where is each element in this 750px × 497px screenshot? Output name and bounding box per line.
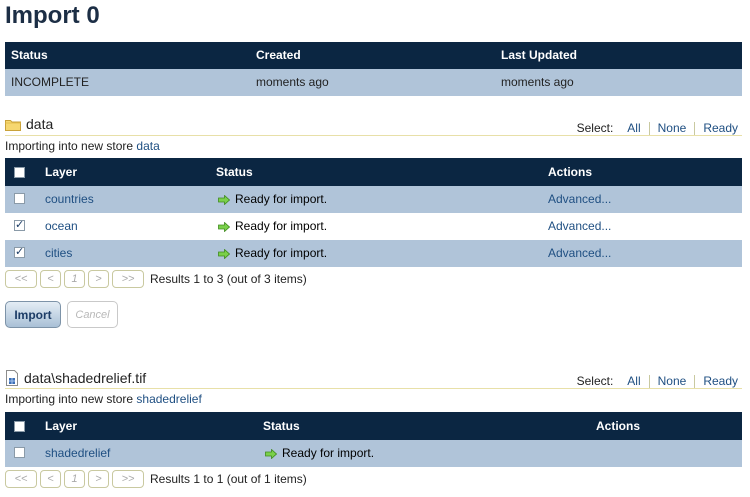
header-status: Status [216,165,253,179]
store-prefix: Importing into new store [5,392,134,406]
store-link[interactable]: shadedrelief [136,392,201,406]
separator [694,121,696,135]
select-none-link[interactable]: None [658,121,687,135]
select-all-link[interactable]: All [627,374,640,388]
store-note: Importing into new store shadedrelief [5,392,202,406]
pager: << < 1 > >> Results 1 to 3 (out of 3 ite… [5,270,307,288]
table-row: shadedrelief Ready for import. [5,440,742,467]
results-text: Results 1 to 1 (out of 1 items) [150,472,307,486]
select-none-link[interactable]: None [658,374,687,388]
separator [648,121,650,135]
section-divider [5,135,742,136]
summary-row: INCOMPLETE moments ago moments ago [5,69,742,96]
select-bar: Select: All None Ready [577,121,738,135]
section-divider [5,388,742,389]
status-cell: Ready for import. [218,240,327,267]
arrow-right-icon [265,448,277,459]
layer-link[interactable]: shadedrelief [45,440,110,467]
table-row: cities Ready for import. Advanced... [5,240,742,267]
pager-prev-button[interactable]: < [40,470,61,488]
status-cell: Ready for import. [265,440,374,467]
layer-table-header: Layer Status Actions [5,412,742,440]
table-row: countries Ready for import. Advanced... [5,186,742,213]
status-cell: Ready for import. [218,186,327,213]
section-name: data\shadedrelief.tif [24,370,147,386]
pager-page-button[interactable]: 1 [64,470,85,488]
status-text: Ready for import. [235,246,328,260]
row-checkbox[interactable] [14,218,25,231]
section-name: data [26,116,54,132]
header-status: Status [263,419,300,433]
select-ready-link[interactable]: Ready [703,374,738,388]
section-title-data: data [5,116,53,132]
layer-link[interactable]: countries [45,186,94,213]
header-layer: Layer [45,419,78,433]
summary-header-created: Created [256,48,301,62]
layer-table-header: Layer Status Actions [5,158,742,186]
results-text: Results 1 to 3 (out of 3 items) [150,272,307,286]
header-actions: Actions [548,165,593,179]
summary-status-value: INCOMPLETE [11,75,90,89]
section-title-shadedrelief: data\shadedrelief.tif [5,370,146,386]
status-text: Ready for import. [282,446,375,460]
header-layer: Layer [45,165,78,179]
summary-header-row: Status Created Last Updated [5,42,742,69]
pager-last-button[interactable]: >> [112,470,144,488]
pager-next-button[interactable]: > [88,470,109,488]
raster-file-icon [6,370,18,386]
summary-updated-value: moments ago [501,75,574,89]
row-checkbox[interactable] [14,245,25,258]
select-all-checkbox[interactable] [14,421,25,432]
select-label: Select: [576,121,614,135]
advanced-link[interactable]: Advanced... [548,186,611,213]
pager-next-button[interactable]: > [88,270,109,288]
select-label: Select: [576,374,614,388]
pager: << < 1 > >> Results 1 to 1 (out of 1 ite… [5,470,307,488]
pager-first-button[interactable]: << [5,470,37,488]
separator [648,374,650,388]
select-bar: Select: All None Ready [577,374,738,388]
store-link[interactable]: data [136,139,159,153]
cancel-button[interactable]: Cancel [67,301,118,328]
status-cell: Ready for import. [218,213,327,240]
import-button[interactable]: Import [5,301,61,328]
summary-header-last-updated: Last Updated [501,48,578,62]
arrow-right-icon [218,194,230,205]
advanced-link[interactable]: Advanced... [548,213,611,240]
layer-link[interactable]: cities [45,240,72,267]
advanced-link[interactable]: Advanced... [548,240,611,267]
pager-last-button[interactable]: >> [112,270,144,288]
header-actions: Actions [596,419,641,433]
summary-header-status: Status [11,48,48,62]
arrow-right-icon [218,248,230,259]
separator [694,374,696,388]
folder-icon [5,119,21,131]
status-text: Ready for import. [235,219,328,233]
arrow-right-icon [218,221,230,232]
row-checkbox[interactable] [14,193,25,204]
layer-link[interactable]: ocean [45,213,78,240]
pager-page-button[interactable]: 1 [64,270,85,288]
table-row: ocean Ready for import. Advanced... [5,213,742,240]
pager-prev-button[interactable]: < [40,270,61,288]
summary-created-value: moments ago [256,75,329,89]
select-all-link[interactable]: All [627,121,640,135]
pager-first-button[interactable]: << [5,270,37,288]
status-text: Ready for import. [235,192,328,206]
select-all-checkbox[interactable] [14,167,25,178]
store-note: Importing into new store data [5,139,160,153]
select-ready-link[interactable]: Ready [703,121,738,135]
page-title: Import 0 [5,2,100,29]
row-checkbox[interactable] [14,447,25,458]
store-prefix: Importing into new store [5,139,134,153]
